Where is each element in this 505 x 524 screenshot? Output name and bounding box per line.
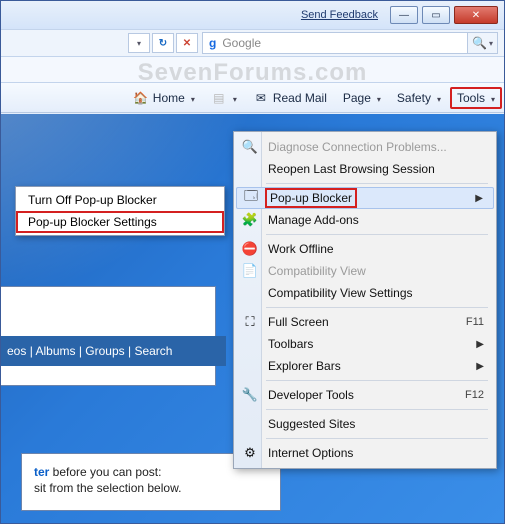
menu-item-label: Suggested Sites [268, 417, 355, 431]
popup-blocker-submenu: Turn Off Pop-up Blocker Pop-up Blocker S… [15, 186, 225, 236]
maximize-button[interactable]: ▭ [422, 6, 450, 24]
tabstrip-item[interactable]: Groups [85, 344, 124, 358]
feed-icon: ▤ [211, 90, 227, 106]
fullscreen-icon: ⛶ [241, 313, 259, 331]
submenu-arrow-icon: ▶ [476, 339, 484, 350]
turn-off-popup-blocker-item[interactable]: Turn Off Pop-up Blocker [16, 189, 224, 211]
safety-menu-button[interactable]: Safety [390, 87, 448, 109]
tools-menu-item-suggested[interactable]: Suggested Sites [236, 413, 494, 435]
mail-icon: ✉ [253, 90, 269, 106]
tools-menu-item-compatset[interactable]: Compatibility View Settings [236, 282, 494, 304]
submenu-arrow-icon: ▶ [475, 193, 483, 204]
submenu-arrow-icon: ▶ [476, 361, 484, 372]
page-menu-button[interactable]: Page [336, 87, 388, 109]
tools-menu-item-fullscreen[interactable]: ⛶ Full Screen F11 [236, 311, 494, 333]
search-icon: 🔍 [472, 36, 487, 50]
popup-blocker-settings-item[interactable]: Pop-up Blocker Settings [16, 211, 224, 233]
send-feedback-link[interactable]: Send Feedback [301, 9, 378, 21]
home-button[interactable]: 🏠Home [126, 86, 202, 110]
menu-item-label: Compatibility View Settings [268, 286, 413, 300]
menu-item-label: Explorer Bars [268, 359, 341, 373]
command-bar: 🏠Home ▤ ✉Read Mail Page Safety Tools [1, 83, 504, 113]
tools-menu-item-offline[interactable]: ⛔ Work Offline [236, 238, 494, 260]
menu-item-label: Internet Options [268, 446, 353, 460]
menu-item-label: Work Offline [268, 242, 334, 256]
home-icon: 🏠 [133, 90, 149, 106]
read-mail-button[interactable]: ✉Read Mail [246, 86, 334, 110]
menu-item-label: Diagnose Connection Problems... [268, 140, 447, 154]
refresh-button[interactable]: ↻ [152, 33, 174, 53]
tools-menu-item-explorerbars[interactable]: Explorer Bars ▶ [236, 355, 494, 377]
tools-menu-item-diagnose: 🔍 Diagnose Connection Problems... [236, 136, 494, 158]
address-row: ↻ ✕ g Google 🔍 ▾ [1, 29, 504, 57]
tools-menu-item-toolbars[interactable]: Toolbars ▶ [236, 333, 494, 355]
search-engine-icon: g [209, 36, 216, 50]
minimize-button[interactable]: — [390, 6, 418, 24]
menu-shortcut: F12 [465, 389, 484, 401]
compatview-icon: 📄 [241, 262, 259, 280]
menu-item-label: Full Screen [268, 315, 329, 329]
tools-menu-item-addons[interactable]: 🧩 Manage Add-ons [236, 209, 494, 231]
titlebar: Send Feedback — ▭ ✕ [1, 1, 504, 29]
offline-icon: ⛔ [241, 240, 259, 258]
page-tabstrip-fragment: eos | Albums | Groups | Search [1, 336, 226, 366]
menu-shortcut: F11 [466, 316, 484, 328]
tools-menu-item-popup[interactable]: 🗔 Pop-up Blocker ▶ [236, 187, 494, 209]
menu-item-label: Reopen Last Browsing Session [268, 162, 435, 176]
window-frame: Send Feedback — ▭ ✕ ↻ ✕ g Google 🔍 ▾ Sev… [0, 0, 505, 524]
search-box[interactable]: g Google [202, 32, 468, 54]
search-placeholder: Google [222, 36, 261, 50]
devtools-icon: 🔧 [241, 386, 259, 404]
tabstrip-item[interactable]: Albums [35, 344, 75, 358]
tools-menu-button[interactable]: Tools [450, 87, 502, 109]
menu-item-label: Toolbars [268, 337, 313, 351]
tabstrip-item[interactable]: Search [134, 344, 172, 358]
diagnose-icon: 🔍 [241, 138, 259, 156]
menu-item-label: Developer Tools [268, 388, 354, 402]
menu-item-label: Pop-up Blocker [268, 191, 354, 205]
menu-item-label: Manage Add-ons [268, 213, 359, 227]
tools-dropdown-menu: 🔍 Diagnose Connection Problems... Reopen L… [233, 131, 497, 469]
tools-menu-item-reopen[interactable]: Reopen Last Browsing Session [236, 158, 494, 180]
stop-button[interactable]: ✕ [176, 33, 198, 53]
addons-icon: 🧩 [241, 211, 259, 229]
close-button[interactable]: ✕ [454, 6, 498, 24]
search-go-button[interactable]: 🔍 ▾ [468, 32, 498, 54]
menu-item-label: Compatibility View [268, 264, 366, 278]
tools-menu-item-compatview: 📄 Compatibility View [236, 260, 494, 282]
tools-menu-item-inetopt[interactable]: ⚙ Internet Options [236, 442, 494, 464]
popup-icon: 🗔 [242, 189, 260, 207]
tabstrip-item[interactable]: eos [7, 344, 26, 358]
favorites-row [1, 57, 504, 83]
tools-menu-item-devtools[interactable]: 🔧 Developer Tools F12 [236, 384, 494, 406]
inetopt-icon: ⚙ [241, 444, 259, 462]
history-dropdown-button[interactable] [128, 33, 150, 53]
feeds-button[interactable]: ▤ [204, 86, 244, 110]
register-link-fragment[interactable]: ter [34, 465, 49, 479]
